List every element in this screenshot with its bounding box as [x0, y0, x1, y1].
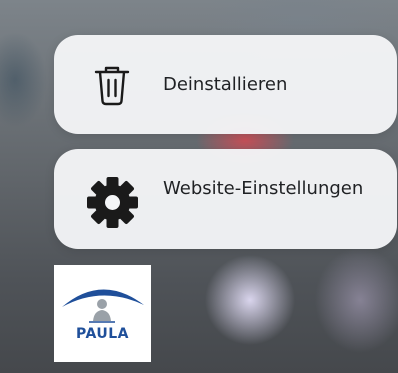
uninstall-menu-item[interactable]: Deinstallieren	[54, 35, 397, 134]
uninstall-label: Deinstallieren	[163, 74, 288, 95]
paula-app-icon[interactable]: PAULA	[54, 265, 151, 362]
app-name-label: PAULA	[75, 326, 129, 342]
gear-icon	[87, 177, 138, 228]
website-settings-menu-item[interactable]: Website-Einstellungen	[54, 149, 397, 249]
website-settings-label: Website-Einstellungen	[163, 178, 364, 199]
trash-icon	[94, 66, 130, 106]
paula-logo	[62, 289, 144, 323]
